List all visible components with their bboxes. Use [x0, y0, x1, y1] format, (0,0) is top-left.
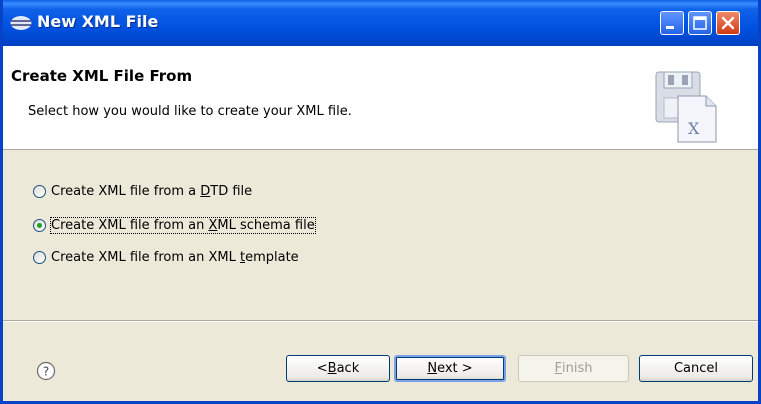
page-description: Select how you would like to create your… [28, 104, 352, 119]
option-dtd[interactable]: Create XML file from a DTD file [33, 181, 252, 201]
button-bar-separator [3, 320, 758, 322]
radio-template[interactable] [33, 250, 46, 264]
option-dtd-label: Create XML file from a DTD file [51, 183, 253, 199]
minimize-icon [666, 26, 674, 29]
back-button[interactable]: < Back [286, 355, 390, 382]
maximize-icon [693, 16, 707, 30]
option-schema-label: Create XML file from an XML schema file [50, 216, 316, 234]
close-icon [721, 16, 735, 30]
cancel-button[interactable]: Cancel [639, 355, 753, 382]
radio-dtd[interactable] [33, 184, 46, 198]
option-schema[interactable]: Create XML file from an XML schema file [33, 215, 316, 235]
svg-text:?: ? [43, 365, 49, 379]
window-title: New XML File [37, 12, 159, 31]
xml-file-wizard-icon: X [655, 71, 717, 143]
option-template[interactable]: Create XML file from an XML template [33, 247, 299, 267]
title-bar[interactable]: New XML File [3, 0, 758, 46]
radio-schema[interactable] [33, 218, 46, 232]
page-title: Create XML File From [11, 67, 193, 85]
eclipse-icon [10, 16, 32, 30]
svg-text:X: X [688, 119, 700, 138]
next-button[interactable]: Next > [394, 355, 506, 382]
new-xml-file-dialog: New XML File Create XML File From Select… [0, 0, 761, 404]
help-icon[interactable]: ? [36, 361, 56, 381]
finish-button[interactable]: Finish [518, 355, 629, 382]
option-template-label: Create XML file from an XML template [51, 249, 299, 265]
maximize-button[interactable] [688, 11, 712, 35]
minimize-button[interactable] [660, 11, 684, 35]
wizard-banner: Create XML File From Select how you woul… [3, 46, 758, 150]
close-button[interactable] [716, 11, 740, 35]
creation-options: Create XML file from a DTD file Create X… [3, 150, 758, 320]
